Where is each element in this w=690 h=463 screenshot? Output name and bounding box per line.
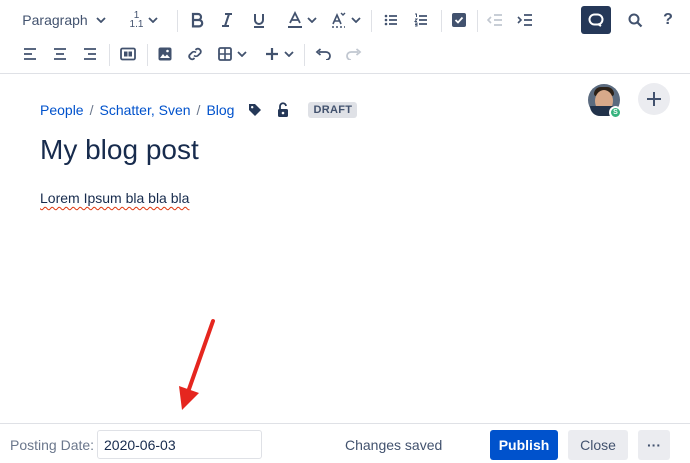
search-icon	[628, 13, 642, 27]
breadcrumb: People / Schatter, Sven / Blog DRAFT	[40, 100, 358, 120]
text-color-dropdown[interactable]	[282, 6, 322, 34]
toolbar-divider	[477, 10, 478, 32]
close-button[interactable]: Close	[568, 430, 628, 460]
numbered-list-button[interactable]	[408, 6, 434, 34]
posting-date-label: Posting Date:	[10, 437, 95, 453]
align-right-button[interactable]	[77, 40, 103, 68]
italic-button[interactable]	[214, 6, 240, 34]
annotation-arrow-icon	[179, 319, 215, 410]
toolbar-divider	[177, 10, 178, 32]
breadcrumb-separator: /	[89, 102, 94, 118]
clear-formatting-icon	[331, 12, 345, 28]
align-left-button[interactable]	[17, 40, 43, 68]
toolbar-row-1: Paragraph 1 1.1 ?	[0, 2, 690, 38]
underline-icon	[254, 14, 264, 28]
task-list-button[interactable]	[446, 6, 472, 34]
indent-icon	[517, 14, 532, 26]
find-replace-button[interactable]	[581, 6, 611, 34]
search-button[interactable]	[622, 6, 648, 34]
tag-icon	[249, 104, 262, 116]
numbered-list-icon	[414, 13, 427, 27]
breadcrumb-people[interactable]: People	[40, 102, 84, 118]
bold-button[interactable]	[184, 6, 210, 34]
page-title[interactable]: My blog post	[40, 134, 199, 166]
invite-button[interactable]	[638, 83, 670, 115]
presence-badge: S	[609, 106, 622, 119]
checkbox-icon	[452, 13, 466, 27]
more-formatting-dropdown[interactable]	[326, 6, 364, 34]
editor-toolbar: Paragraph 1 1.1 ?	[0, 0, 690, 74]
bullet-list-button[interactable]	[378, 6, 404, 34]
save-status: Changes saved	[345, 437, 443, 453]
page-body[interactable]: Lorem Ipsum bla bla bla	[40, 190, 189, 206]
align-left-icon	[24, 48, 36, 60]
image-icon	[158, 47, 172, 61]
undo-button[interactable]	[310, 40, 336, 68]
insert-image-button[interactable]	[152, 40, 178, 68]
comment-icon	[588, 13, 604, 27]
paragraph-style-dropdown[interactable]: Paragraph	[14, 6, 114, 34]
toolbar-divider	[109, 44, 110, 66]
breadcrumb-blog[interactable]: Blog	[206, 102, 234, 118]
breadcrumb-space[interactable]: Schatter, Sven	[99, 102, 190, 118]
outdent-button[interactable]	[482, 6, 508, 34]
plus-icon	[265, 48, 278, 60]
plus-icon	[647, 92, 661, 106]
status-badge: DRAFT	[308, 102, 358, 118]
toolbar-divider	[304, 44, 305, 66]
more-actions-button[interactable]: ···	[638, 430, 670, 460]
align-center-icon	[54, 48, 66, 60]
line-spacing-dropdown[interactable]: 1 1.1	[124, 6, 164, 34]
restrictions-button[interactable]	[276, 102, 290, 118]
layouts-button[interactable]	[115, 40, 141, 68]
breadcrumb-separator: /	[196, 102, 201, 118]
labels-button[interactable]	[248, 103, 262, 117]
line-spacing-icon: 1 1.1	[129, 11, 144, 30]
avatar[interactable]: S	[588, 84, 622, 119]
posting-date-input[interactable]	[97, 430, 262, 459]
insert-more-dropdown[interactable]	[260, 40, 298, 68]
page-body-text: Lorem Ipsum bla bla bla	[40, 190, 190, 206]
toolbar-divider	[371, 10, 372, 32]
chevron-down-icon	[96, 17, 106, 23]
align-center-button[interactable]	[47, 40, 73, 68]
layout-icon	[120, 47, 136, 61]
chevron-down-icon	[236, 51, 247, 57]
undo-icon	[315, 48, 331, 60]
toolbar-divider	[147, 44, 148, 66]
indent-button[interactable]	[512, 6, 538, 34]
chevron-down-icon	[350, 17, 361, 23]
table-icon	[217, 47, 232, 61]
chevron-down-icon	[148, 17, 159, 23]
unlock-icon	[278, 102, 289, 117]
italic-icon	[222, 13, 232, 27]
line-spacing-bottom: 1.1	[129, 19, 144, 30]
chevron-down-icon	[283, 51, 294, 57]
outdent-icon	[487, 14, 502, 26]
text-color-icon	[288, 11, 302, 28]
insert-link-button[interactable]	[182, 40, 208, 68]
underline-button[interactable]	[246, 6, 272, 34]
redo-button[interactable]	[341, 40, 367, 68]
editor-footer: Posting Date: Changes saved Publish Clos…	[0, 423, 690, 463]
chevron-down-icon	[307, 17, 317, 23]
align-right-icon	[84, 48, 96, 60]
publish-button[interactable]: Publish	[490, 430, 558, 460]
link-icon	[188, 47, 202, 61]
paragraph-style-label: Paragraph	[22, 12, 88, 28]
insert-table-dropdown[interactable]	[214, 40, 250, 68]
toolbar-row-2	[0, 36, 690, 72]
bold-icon	[191, 12, 204, 28]
help-button[interactable]: ?	[656, 6, 680, 34]
bullet-list-icon	[384, 14, 397, 26]
toolbar-divider	[441, 10, 442, 32]
redo-icon	[346, 48, 362, 60]
